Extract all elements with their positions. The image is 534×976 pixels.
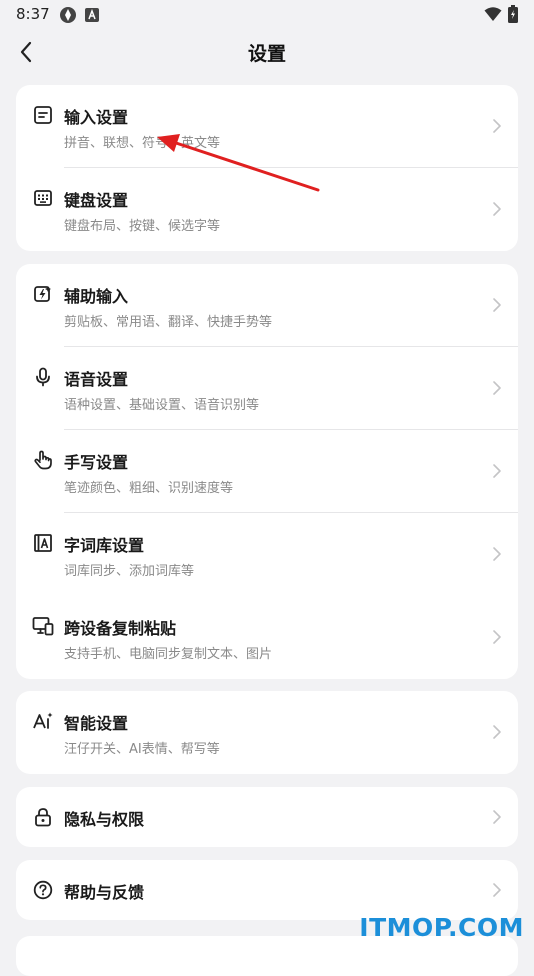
settings-group-basic: 输入设置 拼音、联想、符号、英文等 键盘设置 键盘布局、按键、候选字等: [16, 85, 518, 251]
settings-item-title: 字词库设置: [64, 536, 145, 555]
chevron-right-icon: [493, 630, 501, 644]
chevron-right-icon: [493, 547, 501, 561]
chevron-right-icon: [493, 725, 501, 739]
settings-group-partial: [16, 936, 518, 976]
a-icon: [85, 7, 99, 26]
settings-group-features: 辅助输入 剪贴板、常用语、翻译、快捷手势等 语音设置 语种设置、基础设置、语音识…: [16, 264, 518, 679]
hand-icon: [32, 449, 54, 471]
microphone-icon: [32, 366, 54, 388]
settings-item-subtitle: 汪仔开关、AI表情、帮写等: [64, 742, 220, 757]
chevron-right-icon: [493, 810, 501, 824]
settings-item-title: 语音设置: [64, 370, 129, 389]
settings-item-dictionary[interactable]: 字词库设置 词库同步、添加词库等: [16, 513, 518, 596]
keyboard-icon: [32, 187, 54, 209]
settings-item-keyboard[interactable]: 键盘设置 键盘布局、按键、候选字等: [16, 168, 518, 251]
settings-item-subtitle: 拼音、联想、符号、英文等: [64, 136, 221, 151]
dictionary-icon: [32, 532, 54, 554]
settings-item-handwriting[interactable]: 手写设置 笔迹颜色、粗细、识别速度等: [16, 430, 518, 513]
settings-item-title: 跨设备复制粘贴: [64, 619, 177, 638]
help-icon: [32, 879, 54, 901]
chevron-right-icon: [493, 298, 501, 312]
status-bar: 8:37: [0, 0, 534, 30]
settings-item-subtitle: 键盘布局、按键、候选字等: [64, 219, 221, 234]
settings-item-title: 辅助输入: [64, 287, 129, 306]
chevron-right-icon: [493, 464, 501, 478]
ai-icon: [32, 710, 54, 732]
chevron-right-icon: [493, 202, 501, 216]
settings-item-help[interactable]: 帮助与反馈: [16, 860, 518, 920]
settings-item-ai[interactable]: 智能设置 汪仔开关、AI表情、帮写等: [16, 691, 518, 774]
chevron-right-icon: [493, 883, 501, 897]
chevron-right-icon: [493, 381, 501, 395]
settings-item-subtitle: 词库同步、添加词库等: [64, 564, 195, 579]
settings-item-cross-device[interactable]: 跨设备复制粘贴 支持手机、电脑同步复制文本、图片: [16, 596, 518, 679]
settings-group-help: 帮助与反馈: [16, 860, 518, 920]
settings-item-subtitle: 剪贴板、常用语、翻译、快捷手势等: [64, 315, 273, 330]
settings-item-title: 智能设置: [64, 714, 129, 733]
watermark: ITMOP.COM: [359, 913, 524, 942]
settings-item-subtitle: 支持手机、电脑同步复制文本、图片: [64, 647, 273, 662]
lock-icon: [32, 806, 54, 828]
page-title: 设置: [247, 43, 286, 65]
assist-input-icon: [32, 283, 54, 305]
devices-icon: [32, 615, 54, 637]
battery-icon: [508, 5, 518, 27]
settings-group-ai: 智能设置 汪仔开关、AI表情、帮写等: [16, 691, 518, 774]
settings-item-assist[interactable]: 辅助输入 剪贴板、常用语、翻译、快捷手势等: [16, 264, 518, 347]
settings-item-title: 隐私与权限: [64, 810, 145, 829]
settings-item-input[interactable]: 输入设置 拼音、联想、符号、英文等: [16, 85, 518, 168]
status-time: 8:37: [16, 5, 50, 23]
input-settings-icon: [32, 104, 54, 126]
chevron-right-icon: [493, 119, 501, 133]
settings-item-voice[interactable]: 语音设置 语种设置、基础设置、语音识别等: [16, 347, 518, 430]
settings-item-title: 输入设置: [64, 108, 129, 127]
settings-item-title: 手写设置: [64, 453, 129, 472]
app-header: 设置: [0, 30, 534, 74]
settings-group-privacy: 隐私与权限: [16, 787, 518, 847]
settings-item-subtitle: 笔迹颜色、粗细、识别速度等: [64, 481, 234, 496]
settings-item-title: 键盘设置: [64, 191, 129, 210]
settings-item-title: 帮助与反馈: [64, 883, 145, 902]
wifi-icon: [484, 6, 502, 26]
app-icon: [59, 6, 77, 28]
settings-item-privacy[interactable]: 隐私与权限: [16, 787, 518, 847]
settings-item-subtitle: 语种设置、基础设置、语音识别等: [64, 398, 260, 413]
